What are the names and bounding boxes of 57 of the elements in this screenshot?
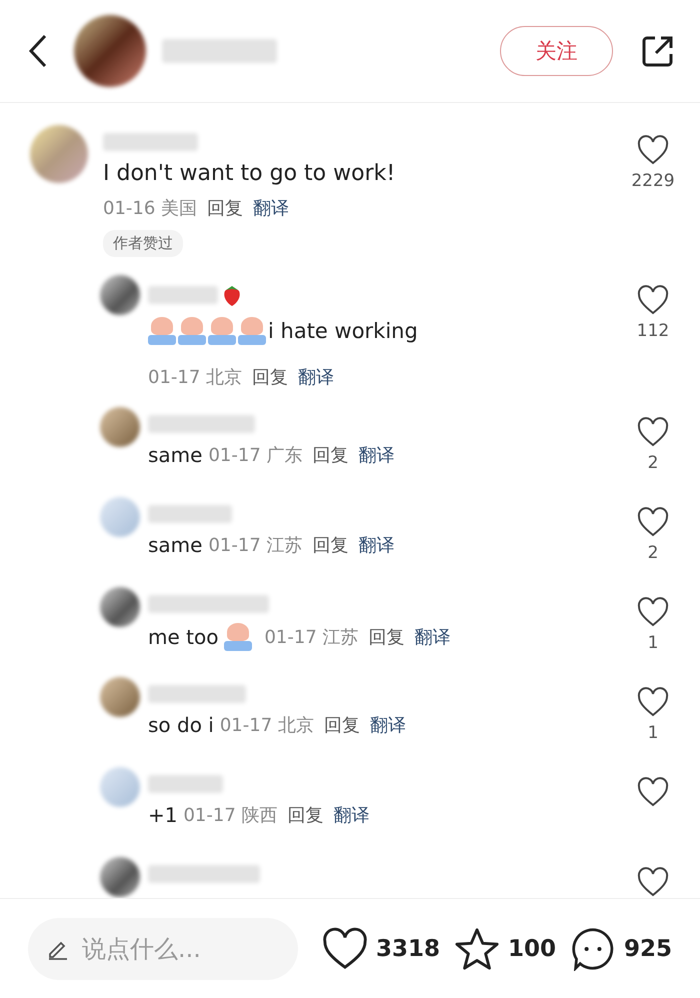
comment-date: 01-16 美国 xyxy=(103,197,198,220)
like-count: 1 xyxy=(648,723,658,743)
reply-date: 01-17 广东 xyxy=(208,444,302,467)
comment-text: I don't want to go to work! xyxy=(103,161,396,186)
translate-link[interactable]: 翻译 xyxy=(298,365,334,389)
reply-text: same xyxy=(148,443,202,467)
reply-date: 01-17 陕西 xyxy=(183,804,278,827)
heart-icon[interactable] xyxy=(637,507,669,537)
reply-text: same xyxy=(148,533,202,557)
follow-button[interactable]: 关注 xyxy=(500,26,613,76)
reply-text: i hate working xyxy=(148,317,628,345)
reply-link[interactable]: 回复 xyxy=(324,713,360,737)
heart-icon[interactable] xyxy=(637,417,669,447)
like-count: 112 xyxy=(636,321,670,341)
star-icon[interactable] xyxy=(454,926,500,970)
reply-date: 01-17 北京 xyxy=(220,714,314,737)
translate-link[interactable]: 翻译 xyxy=(253,196,290,220)
translate-link[interactable]: 翻译 xyxy=(370,713,406,737)
heart-icon[interactable] xyxy=(637,597,669,627)
reply-text: +1 xyxy=(148,803,178,827)
translate-link[interactable]: 翻译 xyxy=(358,533,394,557)
reply-link[interactable]: 回复 xyxy=(207,196,244,220)
like-count: 1 xyxy=(648,633,658,653)
reply-link[interactable]: 回复 xyxy=(312,533,348,557)
back-icon[interactable] xyxy=(28,34,48,68)
like-count: 2 xyxy=(648,543,658,563)
blurred-username xyxy=(148,286,218,304)
translate-link[interactable]: 翻译 xyxy=(334,803,370,827)
reply-link[interactable]: 回复 xyxy=(368,625,404,649)
heart-icon[interactable] xyxy=(637,285,669,315)
reply-text: me too xyxy=(148,625,218,649)
heart-icon[interactable] xyxy=(637,135,669,165)
comment-input[interactable]: 说点什么... xyxy=(28,918,298,980)
reply-date: 01-17 北京 xyxy=(148,366,242,389)
reply-date: 01-17 江苏 xyxy=(208,534,302,557)
reply-text: so do i xyxy=(148,713,214,737)
reply-link[interactable]: 回复 xyxy=(252,365,288,389)
avatar[interactable] xyxy=(100,857,140,897)
author-liked-tag: 作者赞过 xyxy=(103,230,183,257)
reply-link[interactable]: 回复 xyxy=(288,803,324,827)
translate-link[interactable]: 翻译 xyxy=(358,443,394,467)
like-count: 2229 xyxy=(631,171,675,191)
heart-icon[interactable] xyxy=(637,777,669,807)
reply-link[interactable]: 回复 xyxy=(312,443,348,467)
like-count: 3318 xyxy=(376,936,440,962)
avatar[interactable] xyxy=(74,15,146,87)
favorite-count: 100 xyxy=(508,936,556,962)
translate-link[interactable]: 翻译 xyxy=(414,625,450,649)
heart-icon[interactable] xyxy=(637,867,669,897)
like-count: 2 xyxy=(648,453,658,473)
avatar[interactable] xyxy=(100,587,140,627)
comment-count: 925 xyxy=(624,936,672,962)
heart-icon[interactable] xyxy=(322,926,368,970)
reply-date: 01-17 江苏 xyxy=(264,626,358,649)
share-icon[interactable] xyxy=(641,34,675,68)
avatar[interactable] xyxy=(100,275,140,315)
heart-icon[interactable] xyxy=(637,687,669,717)
